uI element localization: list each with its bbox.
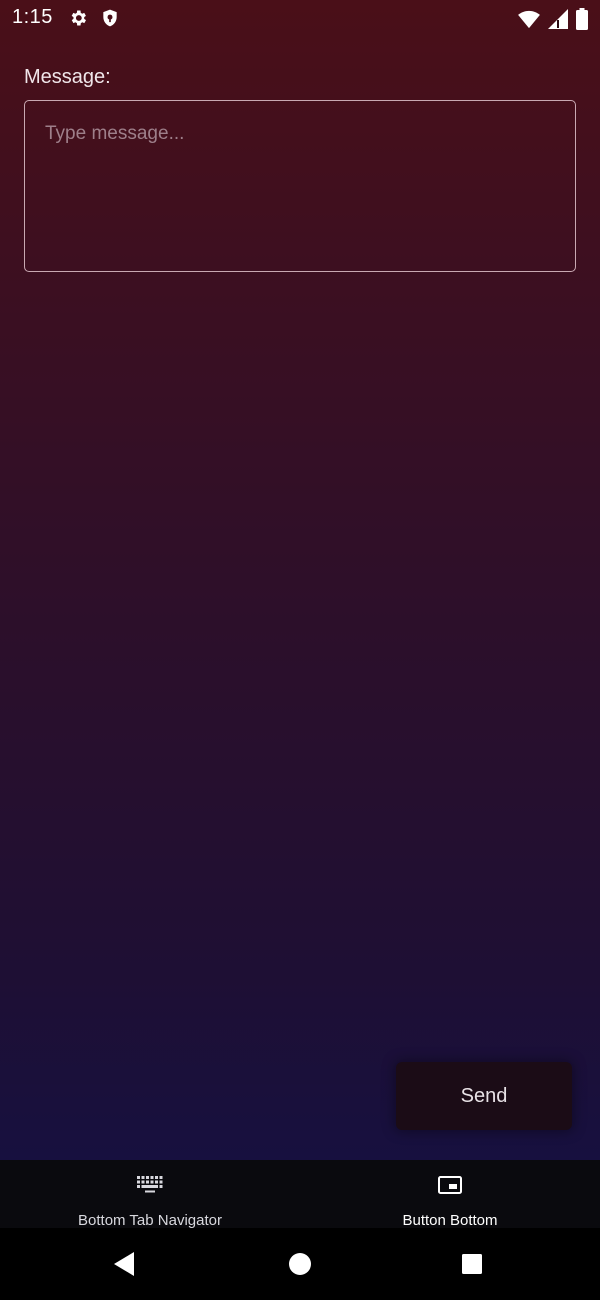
keyboard-icon <box>136 1174 164 1194</box>
message-label: Message: <box>24 66 111 88</box>
tab-label: Bottom Tab Navigator <box>78 1212 222 1229</box>
shield-icon <box>100 8 120 28</box>
settings-gear-icon <box>68 8 88 28</box>
status-system-icons <box>518 8 588 30</box>
cell-signal-icon <box>548 9 568 29</box>
tab-bottom-tab-navigator[interactable]: Bottom Tab Navigator <box>0 1160 300 1229</box>
recents-icon[interactable] <box>456 1248 488 1280</box>
status-notification-icons <box>68 8 120 28</box>
message-input[interactable] <box>24 100 576 272</box>
wifi-icon <box>518 9 540 29</box>
tab-label: Button Bottom <box>402 1212 498 1229</box>
status-time: 1:15 <box>12 6 53 28</box>
back-icon[interactable] <box>108 1248 140 1280</box>
picture-in-picture-icon <box>437 1174 463 1196</box>
tab-button-bottom[interactable]: Button Bottom <box>300 1160 600 1229</box>
send-button[interactable]: Send <box>396 1062 572 1130</box>
battery-icon <box>576 8 588 30</box>
bottom-tab-bar: Bottom Tab Navigator Button Bottom <box>0 1160 600 1229</box>
system-nav-bar <box>0 1228 600 1300</box>
status-bar: 1:15 <box>0 0 600 36</box>
home-icon[interactable] <box>284 1248 316 1280</box>
